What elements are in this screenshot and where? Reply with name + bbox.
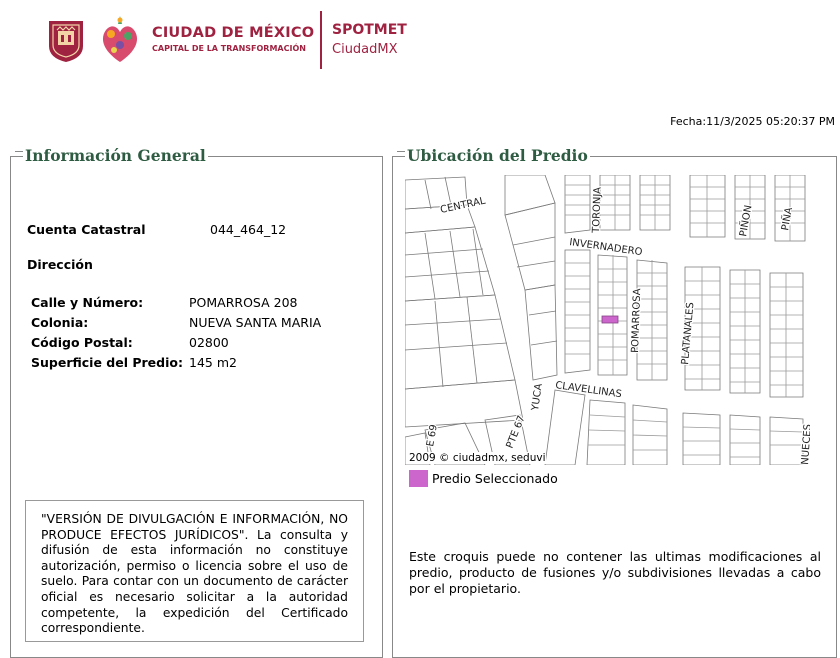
header-divider — [320, 11, 322, 69]
cuenta-catastral-label: Cuenta Catastral — [27, 222, 146, 237]
cdmx-seal-logo — [46, 18, 86, 64]
ubicacion-legend: Ubicación del Predio — [405, 146, 590, 165]
street-label-clavellinas: CLAVELLINAS — [555, 380, 623, 400]
codigo-postal-value: 02800 — [189, 335, 229, 350]
colonia-value: NUEVA SANTA MARIA — [189, 315, 322, 330]
selected-parcel-legend-label: Predio Seleccionado — [432, 471, 558, 486]
app-title: SPOTMET — [332, 22, 407, 38]
location-map[interactable]: CENTRAL TORONJA PIÑON PIÑA INVERNADERO P… — [405, 175, 810, 465]
map-disclaimer: Este croquis puede no contener las ultim… — [409, 549, 821, 596]
street-label-pomarrosa: POMARROSA — [630, 288, 643, 353]
street-label-pinon: PIÑON — [736, 204, 754, 238]
calle-value: POMARROSA 208 — [189, 295, 298, 310]
codigo-postal-label: Código Postal: — [31, 335, 133, 350]
app-subtitle: CiudadMX — [332, 42, 398, 57]
colonia-label: Colonia: — [31, 315, 89, 330]
brand-title: CIUDAD DE MÉXICO — [152, 25, 315, 41]
street-label-pina: PIÑA — [778, 206, 795, 231]
superficie-label: Superficie del Predio: — [31, 355, 183, 370]
street-label-pte67: PTE 67 — [505, 414, 528, 450]
street-label-nueces: NUECES — [800, 424, 810, 465]
direccion-label: Dirección — [27, 257, 93, 272]
map-copyright: 2009 © ciudadmx, seduvi — [409, 452, 546, 464]
legal-notice-text: "VERSIÓN DE DIVULGACIÓN E INFORMACIÓN, N… — [41, 512, 348, 636]
superficie-value: 145 m2 — [189, 355, 237, 370]
legal-notice-box: "VERSIÓN DE DIVULGACIÓN E INFORMACIÓN, N… — [25, 500, 364, 642]
heart-logo — [98, 12, 142, 68]
street-label-e69: E 69 — [425, 424, 440, 448]
street-label-platanales: PLATANALES — [680, 302, 696, 365]
street-label-yuca: YUCA — [530, 383, 545, 413]
street-label-central: CENTRAL — [439, 196, 487, 216]
report-date: Fecha:11/3/2025 05:20:37 PM — [670, 115, 835, 128]
info-general-legend: Información General — [23, 146, 208, 165]
selected-parcel — [601, 315, 619, 324]
selected-parcel-swatch — [409, 470, 428, 487]
street-label-toronja: TORONJA — [591, 187, 604, 234]
calle-label: Calle y Número: — [31, 295, 144, 310]
brand-subtitle: CAPITAL DE LA TRANSFORMACIÓN — [152, 44, 306, 53]
cuenta-catastral-value: 044_464_12 — [210, 222, 287, 237]
street-label-invernadero: INVERNADERO — [569, 237, 644, 258]
